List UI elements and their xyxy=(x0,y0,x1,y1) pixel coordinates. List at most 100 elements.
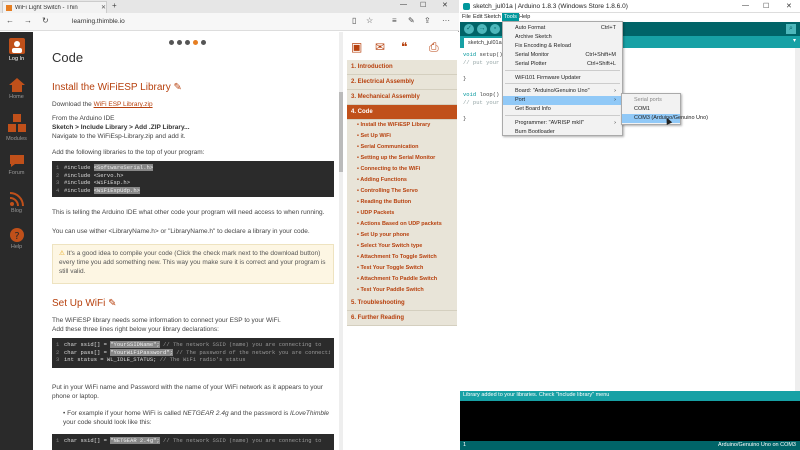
new-tab-icon[interactable]: + xyxy=(112,1,117,10)
sidebar-item-modules[interactable]: Modules xyxy=(0,114,33,142)
toc-list: 1. Introduction 2. Electrical Assembly 3. … xyxy=(347,60,457,326)
tools-menu-item[interactable]: Auto Format Ctrl+T xyxy=(503,24,622,33)
tools-menu-item[interactable]: Burn Bootloader xyxy=(503,128,622,137)
hub-icon[interactable]: ≡ xyxy=(392,16,397,25)
menu-edit[interactable]: Edit xyxy=(473,14,482,20)
port-com1[interactable]: COM1 xyxy=(622,105,680,114)
boxes-icon xyxy=(7,114,26,132)
close-window-icon[interactable]: ✕ xyxy=(786,2,792,10)
share-icon[interactable]: ⇪ xyxy=(424,16,431,25)
reading-view-icon[interactable]: ▯ xyxy=(352,16,356,25)
maximize-icon[interactable]: ☐ xyxy=(763,2,769,10)
tools-menu-item-label: Board: "Arduino/Genuino Uno" xyxy=(515,88,590,94)
toc-subitem[interactable]: • Select Your Switch type xyxy=(347,241,457,252)
toc-item[interactable]: 2. Electrical Assembly xyxy=(347,75,457,90)
toc-subitem[interactable]: • Set Up your phone xyxy=(347,230,457,241)
tools-menu-item[interactable]: Programmer: "AVRISP mkII" › xyxy=(503,119,622,128)
tab-menu-icon[interactable]: ▾ xyxy=(793,37,796,44)
scroll-thumb[interactable] xyxy=(339,92,343,172)
more-icon[interactable]: ··· xyxy=(442,16,450,25)
minimize-icon[interactable]: — xyxy=(742,2,749,9)
toc-subitem[interactable]: • Adding Functions xyxy=(347,175,457,186)
toc-subitem[interactable]: • Test Your Paddle Switch xyxy=(347,285,457,296)
email-icon[interactable]: ✉ xyxy=(375,40,385,54)
link-icon[interactable]: ✎ xyxy=(108,298,116,309)
toc-subitem[interactable]: • Actions Based on UDP packets xyxy=(347,219,457,230)
tools-menu-item[interactable]: WiFi101 Firmware Updater xyxy=(503,74,622,83)
menu-sketch[interactable]: Sketch xyxy=(484,14,501,20)
toc-subitem[interactable]: • Setting up the Serial Monitor xyxy=(347,153,457,164)
step-dot-current[interactable] xyxy=(193,40,198,45)
favorite-star-icon[interactable]: ☆ xyxy=(366,16,373,25)
back-icon[interactable]: ← xyxy=(6,16,14,25)
serial-monitor-button[interactable]: ⌕ xyxy=(786,24,796,34)
line-number: 2 xyxy=(56,171,60,179)
verify-button[interactable]: ✓ xyxy=(464,24,474,34)
toc-subitem[interactable]: • Set Up WiFi xyxy=(347,131,457,142)
address-bar[interactable]: learning.thimble.io xyxy=(72,16,342,27)
notes-icon[interactable]: ✎ xyxy=(408,16,415,25)
print-icon[interactable]: ⎙ xyxy=(429,40,439,55)
sidebar-item-home[interactable]: Home xyxy=(0,78,33,100)
toc-subitem[interactable]: • UDP Packets xyxy=(347,208,457,219)
sidebar-item-login[interactable]: Log In xyxy=(0,38,33,62)
toc-subitem[interactable]: • Attachment To Paddle Switch xyxy=(347,274,457,285)
toc-subitem[interactable]: • Install the WiFiESP Library xyxy=(347,120,457,131)
toc-item[interactable]: 4. Code xyxy=(347,105,457,120)
tools-menu-item[interactable]: Fix Encoding & Reload xyxy=(503,42,622,51)
step-dot[interactable] xyxy=(201,40,206,45)
tools-menu-item[interactable]: Serial Monitor Ctrl+Shift+M xyxy=(503,51,622,60)
menu-help[interactable]: Help xyxy=(519,14,530,20)
refresh-icon[interactable]: ↻ xyxy=(42,16,49,25)
sidebar-item-blog[interactable]: Blog xyxy=(0,192,33,214)
toc-subitem[interactable]: • Controlling The Servo xyxy=(347,186,457,197)
tools-menu-shortcut: › xyxy=(614,97,616,103)
toc-item[interactable]: 6. Further Reading xyxy=(347,311,457,326)
comments-icon[interactable]: ❝ xyxy=(401,40,407,54)
download-library-link[interactable]: WiFi ESP Library.zip xyxy=(94,101,153,108)
sidebar-item-forum[interactable]: Forum xyxy=(0,154,33,176)
new-sketch-button[interactable]: ▫ xyxy=(490,24,500,34)
menu-file[interactable]: File xyxy=(462,14,471,20)
minimize-icon[interactable]: — xyxy=(400,1,407,8)
code-line: 3 #include <WiFiEsp.h> xyxy=(56,179,330,187)
step-dot[interactable] xyxy=(177,40,182,45)
tools-menu-shortcut: Ctrl+Shift+M xyxy=(585,52,616,58)
toc-item[interactable]: 1. Introduction xyxy=(347,60,457,75)
maximize-icon[interactable]: ☐ xyxy=(420,1,426,9)
toc-item[interactable]: 3. Mechanical Assembly xyxy=(347,90,457,105)
code-line: 1 char ssid[] = "NETGEAR 2.4g"; // The ne… xyxy=(56,437,330,445)
toc-subitem[interactable]: • Connecting to the WiFi xyxy=(347,164,457,175)
step-dot[interactable] xyxy=(169,40,174,45)
forward-icon[interactable]: → xyxy=(24,16,32,25)
editor-line: } xyxy=(463,115,466,122)
code-line: 1 #include <SoftwareSerial.h> xyxy=(56,164,330,172)
tools-menu-item[interactable]: Board: "Arduino/Genuino Uno" › xyxy=(503,87,622,96)
tools-menu-item-label: Serial Monitor xyxy=(515,52,549,58)
editor-scrollbar[interactable] xyxy=(795,48,800,391)
toc-subitem[interactable]: • Attachment To Toggle Switch xyxy=(347,252,457,263)
facebook-icon[interactable]: ▣ xyxy=(351,40,362,54)
download-paragraph: Download the WiFi ESP Library.zip xyxy=(52,101,153,108)
browser-tab[interactable]: WiFi Light Switch - Thin ✕ xyxy=(2,1,107,13)
page-scrollbar[interactable] xyxy=(339,32,343,450)
browser-nav-bar: ← → ↻ learning.thimble.io ▯ ☆ ≡ ✎ ⇪ ··· xyxy=(0,13,459,31)
tools-menu-item[interactable]: Get Board Info xyxy=(503,105,622,114)
sketch-tab[interactable]: sketch_jul01a xyxy=(464,38,506,48)
close-tab-icon[interactable]: ✕ xyxy=(101,4,106,11)
tools-menu-item[interactable]: Port › xyxy=(503,96,622,105)
toc-item[interactable]: 5. Troubleshooting xyxy=(347,296,457,311)
line-number: 1 xyxy=(56,164,60,171)
sidebar-item-help[interactable]: ? Help xyxy=(0,228,33,250)
upload-button[interactable]: → xyxy=(477,24,487,34)
toc-subitem[interactable]: • Test Your Toggle Switch xyxy=(347,263,457,274)
sidebar-item-label: Log In xyxy=(8,56,25,62)
close-window-icon[interactable]: ✕ xyxy=(442,1,448,9)
step-dot[interactable] xyxy=(185,40,190,45)
toc-subitem[interactable]: • Serial Communication xyxy=(347,142,457,153)
tools-menu-item[interactable]: Serial Plotter Ctrl+Shift+L xyxy=(503,60,622,69)
add-libraries-paragraph: Add the following libraries to the top o… xyxy=(52,149,205,156)
tools-menu-item[interactable]: Archive Sketch xyxy=(503,33,622,42)
toc-subitem[interactable]: • Reading the Button xyxy=(347,197,457,208)
link-icon[interactable]: ✎ xyxy=(174,82,182,93)
